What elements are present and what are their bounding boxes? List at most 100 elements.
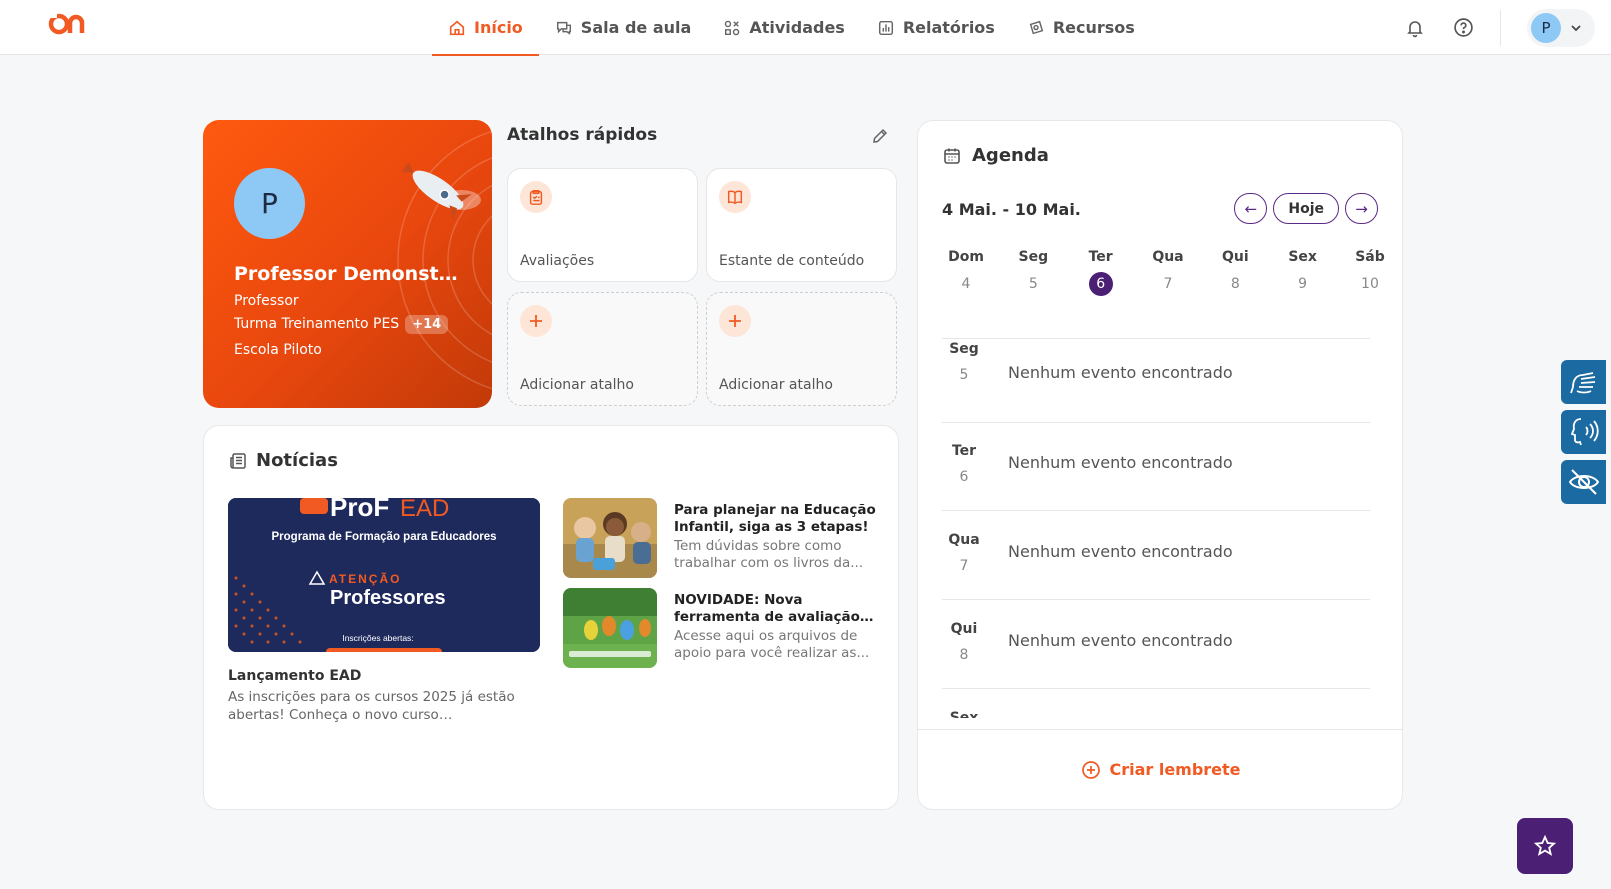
nav-relatorios[interactable]: Relatórios [861,0,1011,55]
sign-language-button[interactable] [1561,360,1606,404]
nav-recursos[interactable]: Recursos [1011,0,1151,55]
notifications-button[interactable] [1404,17,1426,39]
star-icon [1533,834,1557,856]
news-thumbnail [563,588,657,668]
news-text: Para planejar na Educação Infantil, siga… [674,502,878,572]
create-reminder-label: Criar lembrete [1109,760,1241,779]
news-item-desc: Tem dúvidas sobre como trabalhar com os … [674,538,864,571]
more-classes-badge[interactable]: +14 [405,315,449,334]
help-button[interactable] [1452,17,1474,39]
visual-accessibility-button[interactable] [1561,460,1606,504]
news-title: Notícias [256,450,338,471]
edit-shortcuts-button[interactable] [870,126,890,146]
nav-inicio[interactable]: Início [432,0,539,56]
avatar: P [1531,12,1561,43]
newspaper-icon [230,452,246,469]
day-ter[interactable]: Ter 6 [1077,249,1125,296]
next-week-button[interactable]: → [1345,193,1378,224]
event-text: Nenhum evento encontrado [1008,631,1233,650]
chevron-down-icon [1571,24,1581,31]
news-item[interactable]: NOVIDADE: Nova ferramenta de avaliação p… [563,588,878,668]
news-header: Notícias [228,450,338,471]
shortcut-label: Estante de conteúdo [719,253,865,269]
plus-icon [520,305,552,337]
book-icon [719,181,751,213]
event-row: Qua 7 Nenhum evento encontrado [942,512,1370,600]
day-sex[interactable]: Sex 9 [1279,249,1327,296]
brand-logo[interactable] [48,11,88,37]
feature-news-image[interactable]: ProF EAD Programa de Formação para Educa… [228,498,540,652]
nav-label: Relatórios [902,18,995,37]
calendar-icon [944,148,960,164]
event-text: Nenhum evento encontrado [1008,363,1233,382]
news-item-desc: Acesse aqui os arquivos de apoio para vo… [674,628,870,661]
feature-news-title[interactable]: Lançamento EAD [228,668,361,684]
profile-class: Turma Treinamento PES [234,316,400,332]
help-icon [1453,18,1473,37]
prev-week-button[interactable]: ← [1234,193,1268,224]
agenda-title: Agenda [972,145,1049,166]
news-panel: Notícias ProF EAD Programa de Formação p… [203,425,899,810]
news-item-title: NOVIDADE: Nova ferramenta de avaliação p… [674,592,860,625]
day-sab[interactable]: Sáb 10 [1346,249,1394,296]
week-range: 4 Mai. - 10 Mai. [942,200,1081,219]
news-text: NOVIDADE: Nova ferramenta de avaliação p… [674,592,878,662]
agenda-footer: Criar lembrete [918,729,1402,809]
day-qua[interactable]: Qua 7 [1144,249,1192,296]
feature-brand-b: EAD [400,498,449,522]
profile-role: Professor [234,293,299,309]
shortcut-label: Avaliações [520,253,595,269]
news-thumbnail [563,498,657,578]
bell-icon [1407,20,1423,37]
event-text: Nenhum evento encontrado [1008,453,1233,472]
feature-news-desc: As inscrições para os cursos 2025 já est… [228,689,515,723]
shortcut-label: Adicionar atalho [520,377,634,393]
create-reminder-button[interactable]: Criar lembrete [1081,760,1241,780]
eye-off-icon [1568,469,1599,495]
arrow-left-icon: ← [1244,199,1258,218]
day-seg[interactable]: Seg 5 [1009,249,1057,296]
plus-icon [719,305,751,337]
voice-icon [1570,418,1599,446]
agenda-event-list[interactable]: Seg 5 Nenhum evento encontrado Ter 6 Nenhu… [942,338,1370,718]
day-dom[interactable]: Dom 4 [942,249,990,296]
today-button[interactable]: Hoje [1273,193,1339,224]
event-text: Nenhum evento encontrado [1008,542,1233,561]
agenda-header: Agenda [942,145,1049,166]
arrow-right-icon: → [1355,199,1368,218]
shortcut-estante[interactable]: Estante de conteúdo [706,168,897,282]
add-shortcut-1[interactable]: Adicionar atalho [507,292,698,406]
nav-label: Recursos [1052,18,1135,37]
nav-atividades[interactable]: Atividades [707,0,861,55]
feature-brand-a: ProF [330,498,389,522]
add-shortcut-2[interactable]: Adicionar atalho [706,292,897,406]
favorites-button[interactable] [1517,818,1573,874]
feature-subtitle: Programa de Formação para Educadores [272,531,497,543]
week-navigation: ← Hoje → [1234,193,1378,224]
profile-school: Escola Piloto [234,342,322,358]
week-days: Dom 4 Seg 5 Ter 6 Qua 7 Qui 8 Sex 9 Sáb 10 [942,249,1394,296]
nav-sala-de-aula[interactable]: Sala de aula [539,0,708,55]
quick-shortcuts-title: Atalhos rápidos [507,125,658,145]
user-menu[interactable]: P [1527,8,1595,47]
plus-circle-icon [1082,760,1101,779]
resources-icon [1029,20,1044,34]
event-row: Sex9 [942,690,1370,718]
agenda-panel: Agenda 4 Mai. - 10 Mai. ← Hoje → Dom 4 Se… [917,120,1403,810]
divider [1500,9,1501,46]
feature-headline: Professores [330,587,446,609]
reports-icon [878,20,893,35]
home-icon [449,20,465,35]
nav-label: Início [474,18,523,37]
top-right-actions: P [1404,0,1595,55]
news-item-title: Para planejar na Educação Infantil, siga… [674,502,876,535]
shortcut-avaliacoes[interactable]: Avaliações [507,168,698,282]
day-qui[interactable]: Qui 8 [1211,249,1259,296]
sign-language-icon [1569,372,1595,394]
profile-avatar: P [234,168,305,239]
news-item[interactable]: Para planejar na Educação Infantil, siga… [563,498,878,578]
voice-button[interactable] [1561,410,1606,454]
chat-icon [556,21,571,35]
profile-name: Professor Demonstração [234,263,464,285]
event-row: Qui 8 Nenhum evento encontrado [942,601,1370,689]
